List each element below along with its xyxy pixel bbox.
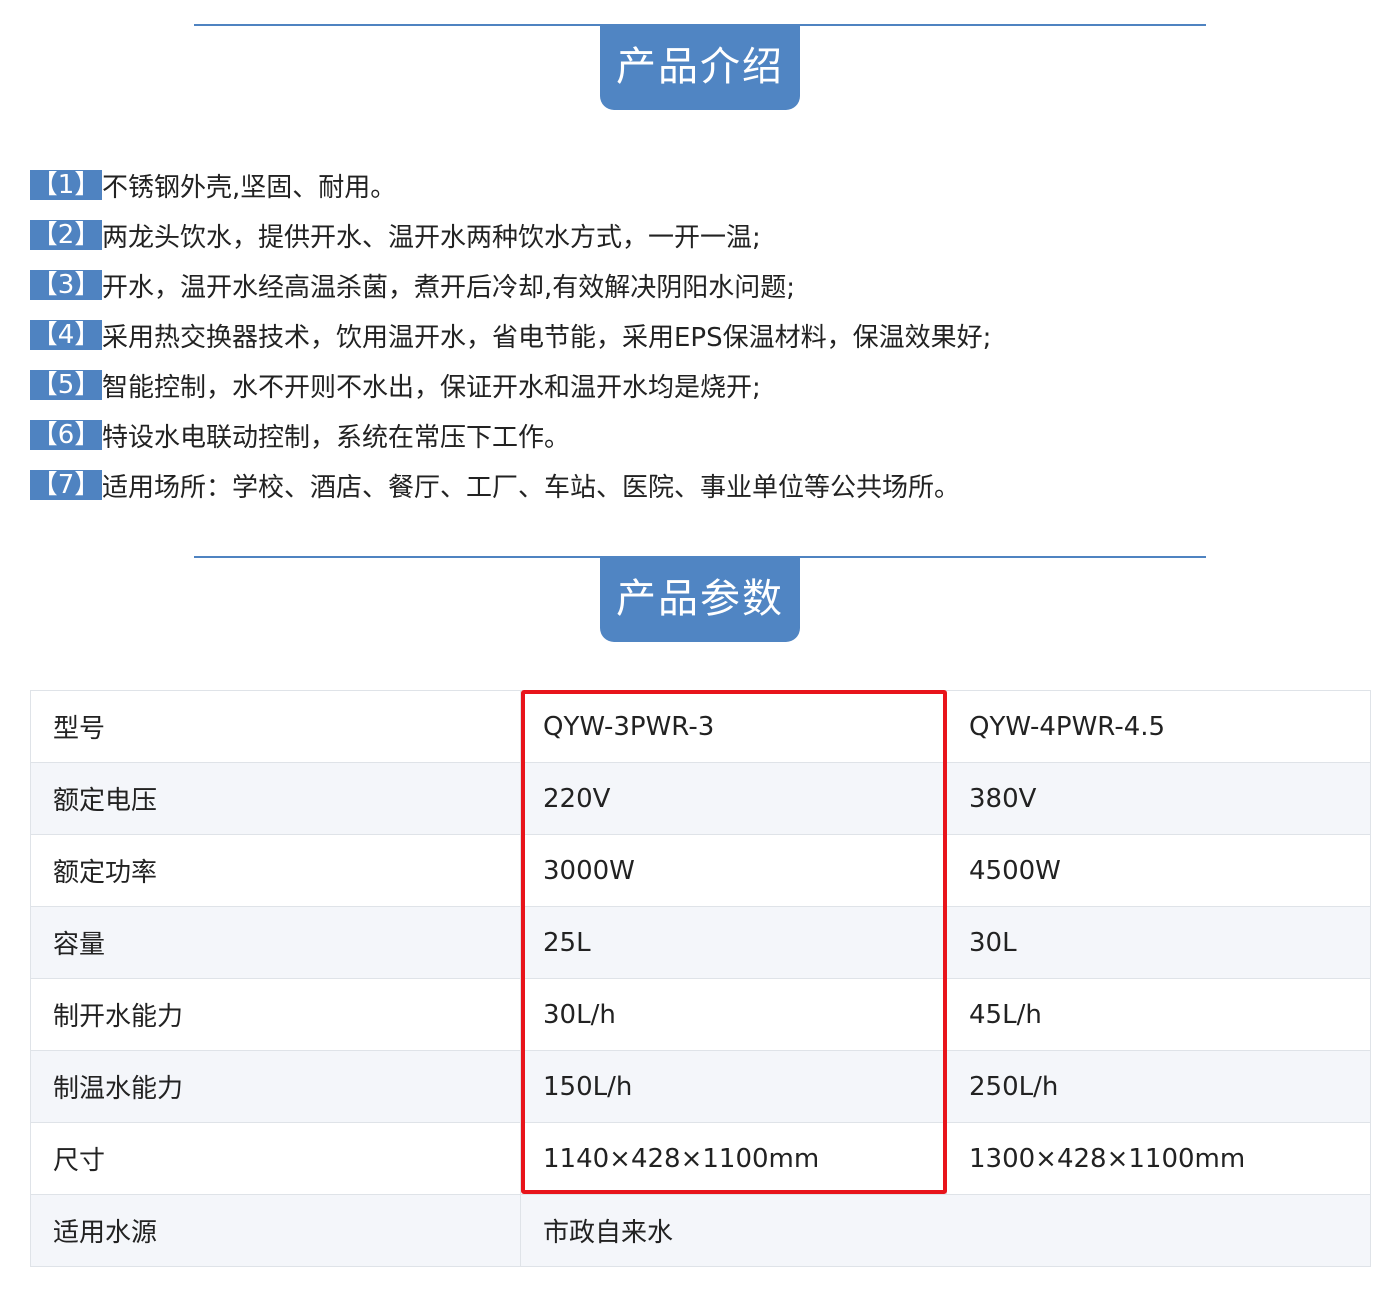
table-row: 额定电压 220V 380V — [30, 762, 1371, 835]
feature-text: 特设水电联动控制，系统在常压下工作。 — [102, 422, 571, 453]
list-item: 【5】 智能控制，水不开则不水出，保证开水和温开水均是烧开; — [30, 360, 1370, 410]
section-header-params: 产品参数 — [194, 556, 1206, 646]
param-value-model-1: 3000W — [520, 834, 947, 907]
param-value-water-source: 市政自来水 — [520, 1194, 1371, 1267]
table-row: 尺寸 1140×428×1100mm 1300×428×1100mm — [30, 1122, 1371, 1195]
section-title-params: 产品参数 — [600, 556, 800, 642]
list-item: 【7】 适用场所：学校、酒店、餐厅、工厂、车站、医院、事业单位等公共场所。 — [30, 460, 1370, 510]
feature-number-badge: 【6】 — [30, 420, 102, 450]
param-value-model-2: 45L/h — [946, 978, 1371, 1051]
param-label: 适用水源 — [30, 1194, 521, 1267]
param-value-model-1: 220V — [520, 762, 947, 835]
param-label: 额定电压 — [30, 762, 521, 835]
list-item: 【2】 两龙头饮水，提供开水、温开水两种饮水方式，一开一温; — [30, 210, 1370, 260]
param-table: 型号 QYW-3PWR-3 QYW-4PWR-4.5 额定电压 220V 380… — [30, 690, 1371, 1267]
param-label: 型号 — [30, 690, 521, 763]
param-value-model-2: 250L/h — [946, 1050, 1371, 1123]
param-label: 尺寸 — [30, 1122, 521, 1195]
param-value-model-1: 150L/h — [520, 1050, 947, 1123]
param-label: 制温水能力 — [30, 1050, 521, 1123]
feature-text: 不锈钢外壳,坚固、耐用。 — [102, 172, 397, 203]
table-row: 制温水能力 150L/h 250L/h — [30, 1050, 1371, 1123]
feature-number-badge: 【7】 — [30, 470, 102, 500]
param-label: 容量 — [30, 906, 521, 979]
feature-number-badge: 【3】 — [30, 270, 102, 300]
list-item: 【6】 特设水电联动控制，系统在常压下工作。 — [30, 410, 1370, 460]
feature-list: 【1】 不锈钢外壳,坚固、耐用。 【2】 两龙头饮水，提供开水、温开水两种饮水方… — [30, 160, 1370, 510]
param-value-model-1: 30L/h — [520, 978, 947, 1051]
param-label: 制开水能力 — [30, 978, 521, 1051]
feature-number-badge: 【1】 — [30, 170, 102, 200]
table-row: 型号 QYW-3PWR-3 QYW-4PWR-4.5 — [30, 690, 1371, 763]
feature-text: 开水，温开水经高温杀菌，煮开后冷却,有效解决阴阳水问题; — [102, 272, 796, 303]
list-item: 【4】 采用热交换器技术，饮用温开水，省电节能，采用EPS保温材料，保温效果好; — [30, 310, 1370, 360]
param-value-model-1: QYW-3PWR-3 — [520, 690, 947, 763]
feature-number-badge: 【5】 — [30, 370, 102, 400]
feature-text: 采用热交换器技术，饮用温开水，省电节能，采用EPS保温材料，保温效果好; — [102, 322, 992, 353]
table-row: 额定功率 3000W 4500W — [30, 834, 1371, 907]
feature-text: 两龙头饮水，提供开水、温开水两种饮水方式，一开一温; — [102, 222, 761, 253]
param-value-model-2: QYW-4PWR-4.5 — [946, 690, 1371, 763]
feature-text: 适用场所：学校、酒店、餐厅、工厂、车站、医院、事业单位等公共场所。 — [102, 472, 961, 503]
param-value-model-1: 25L — [520, 906, 947, 979]
param-value-model-2: 30L — [946, 906, 1371, 979]
param-value-model-1: 1140×428×1100mm — [520, 1122, 947, 1195]
table-row: 适用水源 市政自来水 — [30, 1194, 1371, 1267]
param-value-model-2: 4500W — [946, 834, 1371, 907]
list-item: 【3】 开水，温开水经高温杀菌，煮开后冷却,有效解决阴阳水问题; — [30, 260, 1370, 310]
feature-number-badge: 【4】 — [30, 320, 102, 350]
table-row: 制开水能力 30L/h 45L/h — [30, 978, 1371, 1051]
param-value-model-2: 1300×428×1100mm — [946, 1122, 1371, 1195]
param-label: 额定功率 — [30, 834, 521, 907]
param-value-model-2: 380V — [946, 762, 1371, 835]
feature-text: 智能控制，水不开则不水出，保证开水和温开水均是烧开; — [102, 372, 761, 403]
feature-number-badge: 【2】 — [30, 220, 102, 250]
list-item: 【1】 不锈钢外壳,坚固、耐用。 — [30, 160, 1370, 210]
table-row: 容量 25L 30L — [30, 906, 1371, 979]
section-title-intro: 产品介绍 — [600, 24, 800, 110]
section-header-intro: 产品介绍 — [194, 24, 1206, 114]
